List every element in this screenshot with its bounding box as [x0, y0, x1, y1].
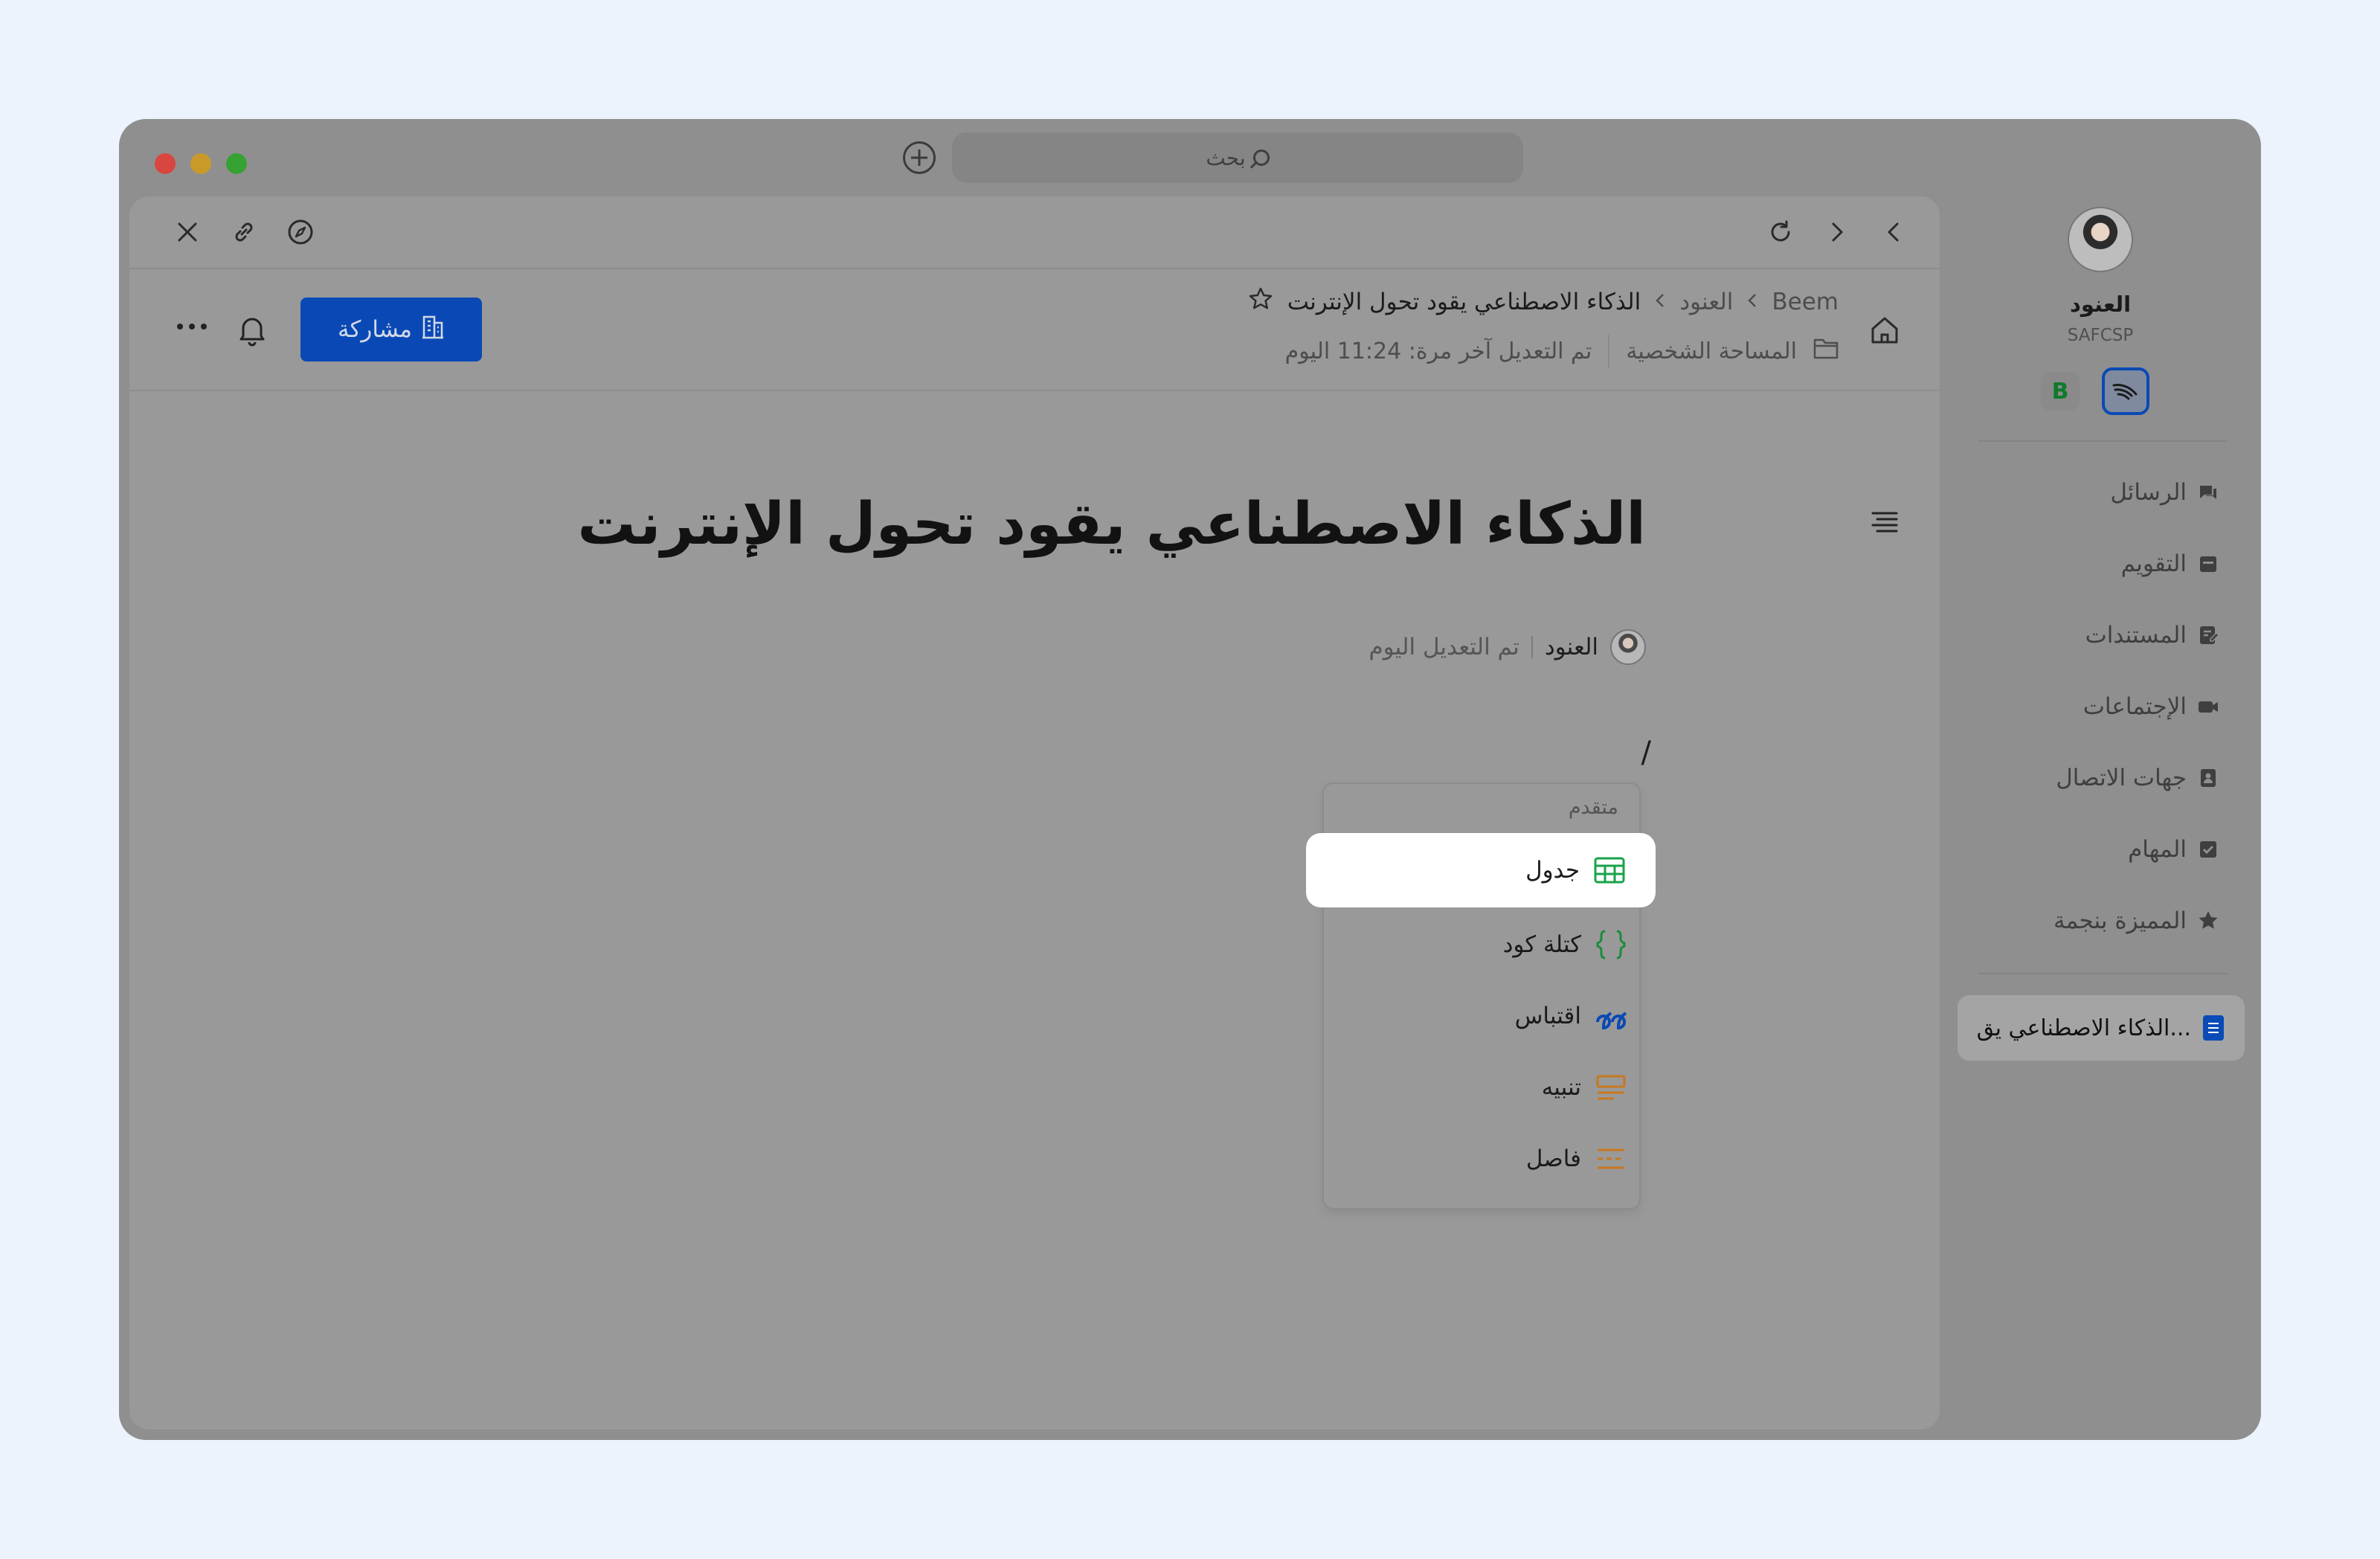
menu-item-table[interactable]: جدول [1306, 833, 1656, 907]
search-bar[interactable]: بحث [952, 132, 1523, 183]
folder-icon [1813, 337, 1839, 365]
building-icon [421, 314, 445, 345]
author-row: العنود تم التعديل اليوم [1368, 629, 1646, 665]
close-icon[interactable] [173, 217, 202, 247]
chevron-left-icon [1654, 289, 1666, 315]
minimize-window-button[interactable] [190, 153, 211, 174]
breadcrumb-current: الذكاء الاصطناعي يقود تحول الإنترنت [1287, 289, 1641, 315]
author-divider [1531, 636, 1533, 658]
search-placeholder: بحث [1206, 145, 1246, 170]
breadcrumb: Beem العنود الذكاء الاصطناعي يقود تحول ا… [1247, 286, 1839, 318]
slash-menu: متقدم جدول كتلة كود اقتباس تنبيه فاصل [1306, 782, 1656, 1209]
menu-item-callout[interactable]: تنبيه [1324, 1052, 1639, 1123]
document-title[interactable]: الذكاء الاصطناعي يقود تحول الإنترنت [578, 491, 1647, 558]
search-icon [1252, 150, 1270, 166]
home-icon[interactable] [1868, 314, 1901, 347]
compass-icon[interactable] [286, 217, 315, 247]
more-options-icon[interactable] [174, 314, 210, 344]
menu-item-label: كتلة كود [1502, 931, 1581, 958]
menu-item-code-block[interactable]: كتلة كود [1324, 909, 1639, 980]
close-window-button[interactable] [155, 153, 176, 174]
menu-item-divider[interactable]: فاصل [1324, 1123, 1639, 1195]
link-icon[interactable] [229, 217, 259, 247]
menu-item-label: اقتباس [1514, 1003, 1581, 1029]
meta-divider [1608, 335, 1610, 367]
code-block-icon [1595, 928, 1627, 961]
last-edit-label: تم التعديل آخر مرة: 11:24 اليوم [1284, 338, 1592, 364]
menu-item-quote[interactable]: اقتباس [1324, 980, 1639, 1052]
content-panel: مشاركة Beem العنود الذكاء الاصطناعي يقود… [129, 196, 1940, 1430]
divider-icon [1595, 1142, 1627, 1175]
menu-item-label: فاصل [1525, 1145, 1581, 1172]
document-header: مشاركة Beem العنود الذكاء الاصطناعي يقود… [129, 269, 1940, 391]
share-button[interactable]: مشاركة [300, 298, 482, 361]
location-label[interactable]: المساحة الشخصية [1626, 338, 1797, 364]
menu-item-label: جدول [1525, 857, 1580, 884]
table-icon [1593, 854, 1626, 887]
slash-command-text[interactable]: / [1641, 736, 1651, 770]
app-window: بحث مشاركة Beem العنود الذكاء الاصطناعي … [119, 119, 2261, 1440]
breadcrumb-user[interactable]: العنود [1679, 289, 1733, 315]
bell-icon[interactable] [237, 314, 267, 347]
back-icon[interactable] [1879, 217, 1908, 247]
new-tab-button[interactable] [903, 141, 936, 174]
star-outline-icon[interactable] [1247, 286, 1274, 318]
table-of-contents-icon[interactable] [1870, 507, 1900, 537]
callout-icon [1595, 1071, 1627, 1104]
forward-icon[interactable] [1822, 217, 1852, 247]
quote-icon [1595, 1000, 1627, 1032]
chevron-left-icon [1746, 289, 1758, 315]
author-name: العنود [1544, 634, 1598, 660]
menu-item-label: تنبيه [1541, 1074, 1581, 1101]
reload-icon[interactable] [1766, 217, 1795, 247]
menu-section-label: متقدم [1568, 796, 1618, 819]
maximize-window-button[interactable] [226, 153, 247, 174]
browser-toolbar [129, 196, 1940, 269]
breadcrumb-beem[interactable]: Beem [1772, 289, 1839, 315]
document-meta: المساحة الشخصية تم التعديل آخر مرة: 11:2… [1285, 335, 1839, 367]
edited-label: تم التعديل اليوم [1368, 634, 1519, 660]
share-label: مشاركة [337, 316, 413, 343]
avatar [1610, 629, 1646, 665]
